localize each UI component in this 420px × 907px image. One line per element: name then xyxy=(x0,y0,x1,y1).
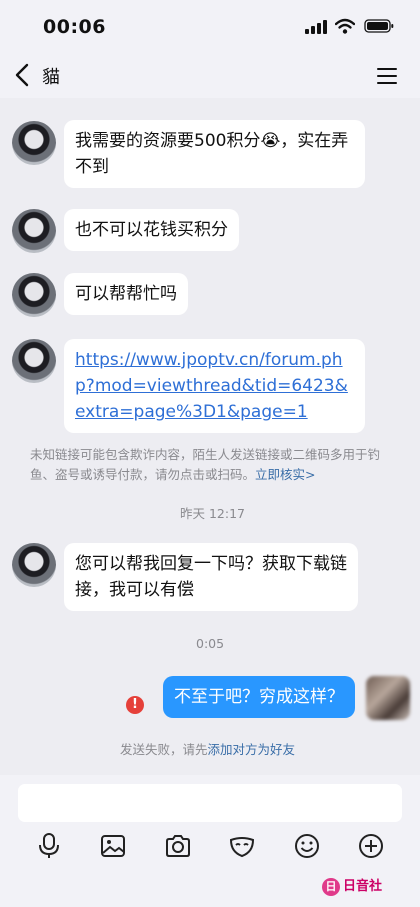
message-link[interactable]: https://www.jpoptv.cn/forum.php?mod=view… xyxy=(75,350,348,422)
link-message-bubble[interactable]: https://www.jpoptv.cn/forum.php?mod=view… xyxy=(64,339,365,433)
outgoing-message-bubble[interactable]: 不至于吧？穷成这样？ xyxy=(163,676,355,718)
my-avatar[interactable] xyxy=(366,676,410,720)
message-text: 可以帮帮忙吗 xyxy=(75,284,177,304)
back-arrow-icon[interactable] xyxy=(12,62,34,88)
microphone-icon[interactable] xyxy=(35,832,63,860)
send-error-icon[interactable]: ! xyxy=(126,696,144,714)
add-friend-link[interactable]: 添加对方为好友 xyxy=(208,742,296,757)
menu-icon[interactable] xyxy=(376,66,398,86)
timestamp: 0:05 xyxy=(196,636,225,651)
watermark-text: 日音社 xyxy=(343,879,383,894)
contact-avatar[interactable] xyxy=(12,273,56,317)
battery-icon xyxy=(364,19,394,33)
contact-avatar[interactable] xyxy=(12,339,56,383)
message-input[interactable] xyxy=(18,784,402,822)
wifi-icon xyxy=(335,18,355,34)
message-text: 不至于吧？穷成这样？ xyxy=(174,687,344,707)
watermark: 日日音社 xyxy=(322,875,382,896)
signal-icon xyxy=(305,20,327,34)
chat-header: 貓 xyxy=(0,54,420,98)
camera-icon[interactable] xyxy=(164,832,192,860)
emoji-icon[interactable] xyxy=(293,832,321,860)
contact-avatar[interactable] xyxy=(12,121,56,165)
contact-avatar[interactable] xyxy=(12,209,56,253)
warning-text: 未知链接可能包含欺诈内容，陌生人发送链接或二维码多用于钓鱼、盗号或诱导付款，请勿… xyxy=(30,447,381,482)
image-icon[interactable] xyxy=(99,832,127,860)
message-bubble[interactable]: 您可以帮我回复一下吗？获取下载链接，我可以有偿 xyxy=(64,543,358,611)
message-text: 您可以帮我回复一下吗？获取下载链接，我可以有偿 xyxy=(75,554,347,600)
status-bar: 00:06 xyxy=(0,0,420,54)
mask-icon[interactable] xyxy=(228,832,256,860)
status-time: 00:06 xyxy=(43,16,106,38)
plus-icon[interactable] xyxy=(357,832,385,860)
verify-now-link[interactable]: 立即核实> xyxy=(255,467,315,482)
message-bubble[interactable]: 可以帮帮忙吗 xyxy=(64,273,188,315)
message-text: 我需要的资源要500积分😭，实在弄不到 xyxy=(75,131,349,177)
send-failed-notice: 发送失败，请先添加对方为好友 xyxy=(120,739,295,758)
security-warning: 未知链接可能包含欺诈内容，陌生人发送链接或二维码多用于钓鱼、盗号或诱导付款，请勿… xyxy=(30,445,400,485)
timestamp: 昨天 12:17 xyxy=(180,506,245,521)
message-bubble[interactable]: 也不可以花钱买积分 xyxy=(64,209,239,251)
send-failed-text: 发送失败，请先 xyxy=(120,742,208,757)
watermark-logo: 日 xyxy=(322,878,340,896)
message-text: 也不可以花钱买积分 xyxy=(75,220,228,240)
chat-title: 貓 xyxy=(42,67,60,88)
contact-avatar[interactable] xyxy=(12,543,56,587)
message-bubble[interactable]: 我需要的资源要500积分😭，实在弄不到 xyxy=(64,120,365,188)
